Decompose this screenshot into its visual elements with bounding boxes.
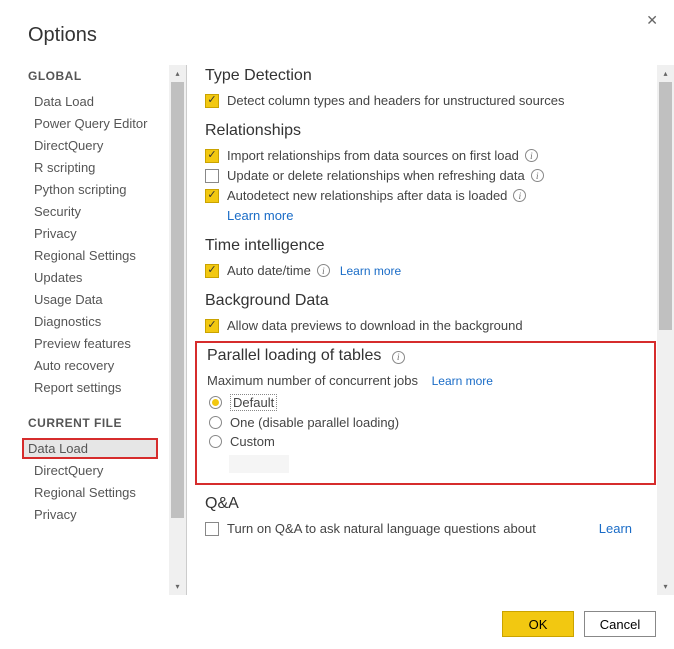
scroll-down-icon[interactable]: ▾ — [657, 578, 674, 595]
nav-global-python[interactable]: Python scripting — [28, 179, 158, 200]
heading-time-intel: Time intelligence — [205, 237, 656, 255]
label-qa: Turn on Q&A to ask natural language ques… — [227, 521, 536, 536]
info-icon[interactable]: i — [531, 169, 544, 182]
label-update-rel: Update or delete relationships when refr… — [227, 168, 525, 183]
label-radio-custom: Custom — [230, 434, 275, 449]
info-icon[interactable]: i — [317, 264, 330, 277]
dialog-title: Options — [0, 0, 674, 65]
checkbox-qa[interactable] — [205, 522, 219, 536]
nav-global-directquery[interactable]: DirectQuery — [28, 135, 158, 156]
options-dialog: ✕ Options GLOBAL Data Load Power Query E… — [0, 0, 674, 649]
label-import-rel: Import relationships from data sources o… — [227, 148, 519, 163]
nav-file-data-load[interactable]: Data Load — [22, 438, 158, 459]
heading-parallel: Parallel loading of tables i — [207, 347, 644, 365]
dialog-footer: OK Cancel — [502, 611, 656, 637]
checkbox-bg-preview[interactable] — [205, 319, 219, 333]
info-icon[interactable]: i — [392, 351, 405, 364]
link-parallel-learn[interactable]: Learn more — [432, 374, 493, 388]
scroll-up-icon[interactable]: ▴ — [657, 65, 674, 82]
sidebar-scrollbar[interactable]: ▴ ▾ — [169, 65, 186, 595]
nav-file-privacy[interactable]: Privacy — [28, 504, 158, 525]
checkbox-auto-datetime[interactable] — [205, 264, 219, 278]
label-auto-datetime: Auto date/time — [227, 263, 311, 278]
nav-global-autorecovery[interactable]: Auto recovery — [28, 355, 158, 376]
nav-global-privacy[interactable]: Privacy — [28, 223, 158, 244]
checkbox-autodetect-rel[interactable] — [205, 189, 219, 203]
parallel-loading-highlight: Parallel loading of tables i Maximum num… — [195, 341, 656, 485]
nav-file-regional[interactable]: Regional Settings — [28, 482, 158, 503]
label-autodetect-rel: Autodetect new relationships after data … — [227, 188, 507, 203]
nav-global-pqe[interactable]: Power Query Editor — [28, 113, 158, 134]
nav-file-directquery[interactable]: DirectQuery — [28, 460, 158, 481]
radio-one[interactable] — [209, 416, 222, 429]
heading-qa: Q&A — [205, 495, 656, 513]
dialog-content: GLOBAL Data Load Power Query Editor Dire… — [0, 65, 674, 595]
scroll-thumb[interactable] — [171, 82, 184, 518]
info-icon[interactable]: i — [513, 189, 526, 202]
heading-bg-data: Background Data — [205, 292, 656, 310]
nav-global-regional[interactable]: Regional Settings — [28, 245, 158, 266]
label-bg-preview: Allow data previews to download in the b… — [227, 318, 523, 333]
label-detect-types: Detect column types and headers for unst… — [227, 93, 564, 108]
parallel-subtext: Maximum number of concurrent jobs — [207, 373, 418, 388]
nav-global-diagnostics[interactable]: Diagnostics — [28, 311, 158, 332]
heading-parallel-text: Parallel loading of tables — [207, 347, 381, 364]
radio-default[interactable] — [209, 396, 222, 409]
link-qa-learn[interactable]: Learn — [599, 521, 632, 536]
radio-custom[interactable] — [209, 435, 222, 448]
checkbox-update-rel[interactable] — [205, 169, 219, 183]
nav-global-report[interactable]: Report settings — [28, 377, 158, 398]
main-panel: Type Detection Detect column types and h… — [187, 65, 674, 595]
checkbox-detect-types[interactable] — [205, 94, 219, 108]
label-radio-one: One (disable parallel loading) — [230, 415, 399, 430]
sidebar-header-global: GLOBAL — [28, 69, 186, 83]
nav-global-data-load[interactable]: Data Load — [28, 91, 158, 112]
cancel-button[interactable]: Cancel — [584, 611, 656, 637]
close-icon[interactable]: ✕ — [646, 12, 658, 29]
info-icon[interactable]: i — [525, 149, 538, 162]
nav-global-security[interactable]: Security — [28, 201, 158, 222]
link-timeintel-learn[interactable]: Learn more — [340, 264, 401, 278]
heading-relationships: Relationships — [205, 122, 656, 140]
label-radio-default: Default — [230, 394, 277, 411]
nav-global-usage[interactable]: Usage Data — [28, 289, 158, 310]
checkbox-import-rel[interactable] — [205, 149, 219, 163]
nav-global-updates[interactable]: Updates — [28, 267, 158, 288]
scroll-down-icon[interactable]: ▾ — [169, 578, 186, 595]
sidebar: GLOBAL Data Load Power Query Editor Dire… — [0, 65, 186, 595]
scroll-thumb[interactable] — [659, 82, 672, 330]
link-relationships-learn[interactable]: Learn more — [227, 208, 293, 223]
sidebar-header-currentfile: CURRENT FILE — [28, 416, 186, 430]
heading-type-detection: Type Detection — [205, 67, 656, 85]
nav-global-r[interactable]: R scripting — [28, 157, 158, 178]
main-scrollbar[interactable]: ▴ ▾ — [657, 65, 674, 595]
custom-jobs-input[interactable] — [229, 455, 289, 473]
nav-global-preview[interactable]: Preview features — [28, 333, 158, 354]
scroll-up-icon[interactable]: ▴ — [169, 65, 186, 82]
ok-button[interactable]: OK — [502, 611, 574, 637]
